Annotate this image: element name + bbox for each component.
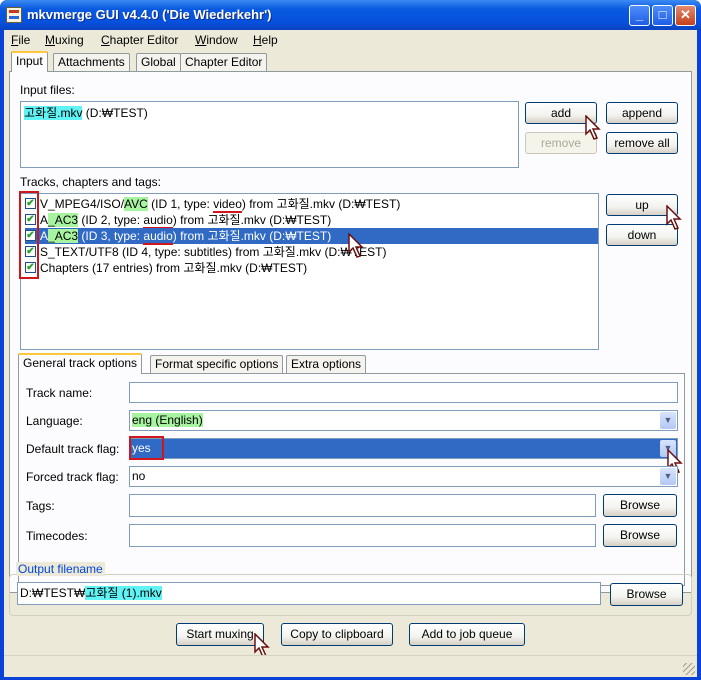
status-bar	[4, 655, 697, 677]
mouse-pointer-icon	[585, 115, 601, 140]
window-title: mkvmerge GUI v4.4.0 ('Die Wiederkehr')	[27, 7, 272, 22]
input-files-label: Input files:	[20, 83, 75, 97]
menu-window[interactable]: Window	[195, 33, 238, 47]
tracks-label: Tracks, chapters and tags:	[20, 175, 161, 189]
maximize-button[interactable]: □	[652, 5, 673, 26]
tab-extra-options[interactable]: Extra options	[286, 355, 367, 374]
annotation-default-flag-box	[129, 436, 164, 460]
tab-general-track-options[interactable]: General track options	[18, 353, 143, 374]
remove-all-button[interactable]: remove all	[606, 132, 678, 154]
track-name-input[interactable]	[129, 382, 678, 403]
annotation-checkbox-box	[19, 191, 39, 279]
start-muxing-button[interactable]: Start muxing	[176, 623, 264, 646]
tab-chapter-editor[interactable]: Chapter Editor	[180, 53, 268, 72]
close-button[interactable]: ✕	[675, 5, 696, 26]
client-area: File Muxing Chapter Editor Window Help I…	[4, 30, 697, 677]
application-window: mkvmerge GUI v4.4.0 ('Die Wiederkehr') _…	[0, 0, 701, 680]
default-track-flag-combobox[interactable]: yes ▼	[129, 438, 678, 459]
mkvmerge-app-icon	[6, 7, 22, 23]
forced-track-flag-combobox[interactable]: no ▼	[129, 466, 678, 487]
track-row-subtitles[interactable]: ✔ S_TEXT/UTF8 (ID 4, type: subtitles) fr…	[25, 244, 598, 260]
mouse-pointer-icon	[348, 233, 364, 258]
tab-input[interactable]: Input	[11, 51, 48, 72]
forced-track-flag-label: Forced track flag:	[26, 470, 119, 484]
general-track-options-panel: Track name: Language: eng (English) ▼ Def…	[18, 373, 685, 586]
tags-browse-button[interactable]: Browse	[603, 494, 677, 517]
mouse-pointer-icon	[666, 205, 682, 230]
track-row-audio-2[interactable]: ✔ A_AC3 (ID 2, type: audio) from 고화질.mkv…	[25, 212, 598, 229]
track-name-label: Track name:	[26, 386, 93, 400]
timecodes-browse-button[interactable]: Browse	[603, 524, 677, 547]
minimize-button[interactable]: _	[629, 5, 650, 26]
timecodes-input[interactable]	[129, 524, 596, 547]
title-bar[interactable]: mkvmerge GUI v4.4.0 ('Die Wiederkehr') _…	[0, 0, 701, 30]
track-row-video[interactable]: ✔ V_MPEG4/ISO/AVC (ID 1, type: video) fr…	[25, 196, 598, 213]
track-row-audio-3[interactable]: ✔ A_AC3 (ID 3, type: audio) from 고화질.mkv…	[25, 228, 598, 245]
chevron-down-icon[interactable]: ▼	[660, 468, 676, 485]
default-track-flag-label: Default track flag:	[26, 442, 120, 456]
language-combobox[interactable]: eng (English) ▼	[129, 410, 678, 431]
tab-format-specific-options[interactable]: Format specific options	[150, 355, 284, 374]
tags-label: Tags:	[26, 499, 55, 513]
menu-muxing[interactable]: Muxing	[45, 33, 84, 47]
add-to-job-queue-button[interactable]: Add to job queue	[409, 623, 525, 646]
output-filename-title: Output filename	[16, 562, 105, 576]
output-browse-button[interactable]: Browse	[610, 583, 683, 606]
tracks-list[interactable]: ✔ V_MPEG4/ISO/AVC (ID 1, type: video) fr…	[20, 193, 599, 350]
track-row-chapters[interactable]: ✔ Chapters (17 entries) from 고화질.mkv (D:…	[25, 260, 598, 276]
timecodes-label: Timecodes:	[26, 529, 88, 543]
input-tab-panel: Input files: 고화질.mkv (D:₩TEST) add appen…	[9, 71, 692, 593]
copy-to-clipboard-button[interactable]: Copy to clipboard	[281, 623, 393, 646]
tags-input[interactable]	[129, 494, 596, 517]
tab-attachments[interactable]: Attachments	[53, 53, 130, 72]
menu-bar: File Muxing Chapter Editor Window Help	[4, 30, 697, 50]
tab-global[interactable]: Global	[136, 53, 181, 72]
output-filename-input[interactable]: D:₩TEST₩고화질 (1).mkv	[17, 582, 601, 605]
menu-help[interactable]: Help	[253, 33, 278, 47]
append-button[interactable]: append	[606, 102, 678, 124]
resize-grip-icon[interactable]	[683, 663, 695, 675]
chevron-down-icon[interactable]: ▼	[660, 412, 676, 429]
menu-chapter-editor[interactable]: Chapter Editor	[101, 33, 178, 47]
input-file-item[interactable]: 고화질.mkv (D:₩TEST)	[24, 104, 148, 121]
input-files-list[interactable]: 고화질.mkv (D:₩TEST)	[20, 101, 519, 168]
menu-file[interactable]: File	[11, 33, 30, 47]
language-label: Language:	[26, 414, 83, 428]
